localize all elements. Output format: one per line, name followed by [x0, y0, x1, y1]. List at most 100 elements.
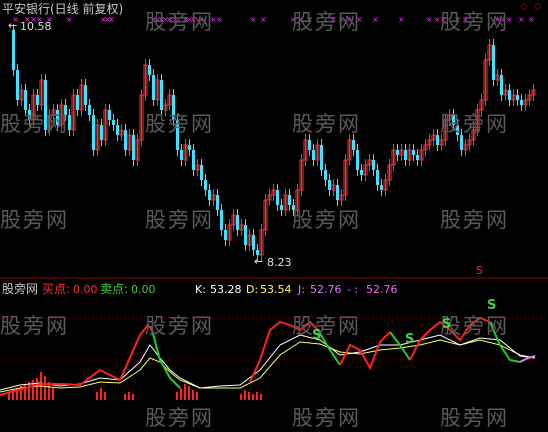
watermark: 股旁网	[0, 208, 69, 232]
candle-body	[224, 230, 227, 240]
candle-body	[500, 75, 503, 95]
candle-body	[148, 65, 151, 75]
candle-body	[436, 135, 439, 145]
s-signal-marker: S	[442, 317, 452, 332]
candle-body	[236, 215, 239, 230]
s-signal-marker: S	[405, 332, 415, 347]
watermark: 股旁网	[440, 112, 509, 136]
candle-body	[312, 150, 315, 160]
watermark: 股旁网	[145, 112, 214, 136]
watermark: 股旁网	[145, 10, 214, 34]
histogram-bar	[100, 388, 102, 400]
candle-body	[24, 90, 27, 110]
signal-mark: ×	[372, 15, 379, 24]
candle-body	[360, 170, 363, 175]
histogram-bar	[132, 394, 134, 400]
histogram-bar	[248, 392, 250, 400]
watermark: 股旁网	[440, 10, 509, 34]
indicator-name: 股旁网	[2, 282, 39, 296]
signal-mark: ×	[518, 15, 525, 24]
histogram-bar	[184, 384, 186, 400]
signal-mark: ×	[66, 15, 73, 24]
histogram-bar	[128, 392, 130, 400]
signal-mark: ×	[260, 15, 267, 24]
histogram-bar	[244, 390, 246, 400]
candle-body	[16, 70, 19, 100]
low-arrow-icon: ←	[254, 255, 264, 268]
d-label: D:	[246, 283, 259, 296]
low-price-label: 8.23	[267, 256, 292, 269]
candle-body	[280, 205, 283, 210]
corner-diamond-icon[interactable]: ◇	[534, 2, 542, 12]
histogram-bar	[180, 388, 182, 400]
candle-body	[88, 105, 91, 115]
candle-body	[508, 90, 511, 100]
candle-body	[324, 170, 327, 180]
candle-body	[112, 120, 115, 125]
candle-body	[252, 235, 255, 250]
candle-body	[516, 95, 519, 100]
histogram-bar	[52, 388, 54, 400]
s-signal-marker: S	[312, 328, 322, 343]
k-value: 53.28	[210, 283, 242, 296]
candle-body	[376, 170, 379, 185]
watermark: 股旁网	[145, 406, 214, 430]
candle-body	[12, 30, 15, 70]
corner-diamond-icon[interactable]: ◇	[520, 2, 528, 12]
sell-label: 卖点:	[100, 282, 129, 296]
candle-body	[404, 150, 407, 160]
histogram-bar	[176, 392, 178, 400]
candle-body	[92, 115, 95, 150]
histogram-bar	[256, 392, 258, 400]
candle-body	[116, 125, 119, 135]
watermark: 股旁网	[292, 314, 361, 338]
sell-signal-marker: S	[476, 264, 483, 277]
candle-body	[416, 155, 419, 160]
candle-body	[152, 75, 155, 100]
histogram-bar	[260, 394, 262, 400]
sell-value: 0.00	[131, 283, 156, 296]
candle-body	[200, 165, 203, 180]
buy-label: 买点:	[42, 282, 71, 296]
candle-body	[124, 130, 127, 150]
candle-body	[132, 135, 135, 160]
watermark: 股旁网	[145, 314, 214, 338]
candle-body	[308, 140, 311, 150]
histogram-bar	[192, 390, 194, 400]
watermark: 股旁网	[0, 112, 69, 136]
candle-body	[244, 225, 247, 245]
candle-body	[396, 150, 399, 155]
candle-body	[180, 150, 183, 160]
candle-body	[288, 195, 291, 205]
candle-body	[208, 190, 211, 200]
j-label: J:	[298, 283, 305, 296]
histogram-bar	[196, 392, 198, 400]
signal-mark: ×	[398, 15, 405, 24]
signal-mark: ×	[426, 15, 433, 24]
histogram-bar	[32, 380, 34, 400]
high-price-label: 10.58	[20, 20, 52, 33]
buy-value: 0.00	[73, 283, 98, 296]
j-value: 52.76	[310, 283, 342, 296]
candle-body	[36, 95, 39, 105]
watermark: 股旁网	[0, 314, 69, 338]
candle-body	[100, 125, 103, 140]
signal-mark: ×	[108, 15, 115, 24]
high-arrow-icon: ←	[8, 19, 18, 32]
candle-body	[356, 150, 359, 170]
extra-label: - :	[347, 283, 359, 296]
watermark: 股旁网	[440, 406, 509, 430]
candle-body	[328, 180, 331, 190]
histogram-bar	[124, 394, 126, 400]
candle-body	[220, 210, 223, 230]
histogram-bar	[104, 392, 106, 400]
histogram-bar	[28, 382, 30, 400]
chart-title: 平安银行(日线 前复权)	[2, 2, 124, 16]
watermark: 股旁网	[292, 112, 361, 136]
candle-body	[204, 180, 207, 190]
histogram-bar	[24, 384, 26, 400]
d-value: 53.54	[260, 283, 292, 296]
candle-body	[192, 150, 195, 170]
candle-body	[412, 150, 415, 155]
signal-mark: ×	[528, 15, 535, 24]
